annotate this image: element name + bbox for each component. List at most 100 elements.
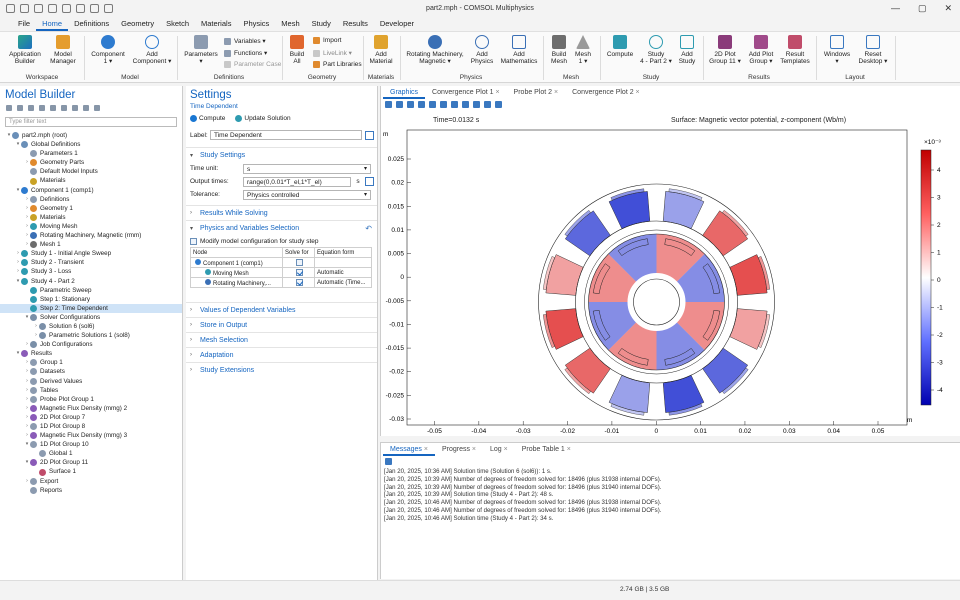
section-study-settings[interactable]: ▾ Study Settings — [186, 147, 377, 162]
tree-node[interactable]: Step 2: Time Dependent — [0, 303, 182, 313]
deselect-icon[interactable] — [462, 100, 469, 108]
tree-node[interactable]: ▾ 2D Plot Group 11 — [0, 458, 182, 467]
tree-node[interactable]: › Probe Plot Group 1 — [0, 395, 182, 404]
tree-node[interactable]: › Group 1 — [0, 358, 182, 367]
filter-icon[interactable] — [94, 105, 100, 111]
reset-icon[interactable]: ↶ — [365, 224, 372, 233]
section-study-extensions[interactable]: › Study Extensions — [186, 362, 377, 377]
expand-icon[interactable] — [72, 105, 78, 111]
model-manager-button[interactable]: Model Manager — [48, 35, 78, 65]
move-up-icon[interactable] — [28, 105, 34, 111]
section-mesh-selection[interactable]: › Mesh Selection — [186, 332, 377, 347]
tree-node[interactable]: Reports — [0, 486, 182, 495]
tree-node[interactable]: Surface 1 — [0, 467, 182, 476]
add-mathematics-button[interactable]: Add Mathematics — [500, 35, 538, 65]
back-icon[interactable] — [6, 105, 12, 111]
tree-node[interactable]: Materials — [0, 176, 182, 185]
section-values-of-dependent-variables[interactable]: › Values of Dependent Variables — [186, 302, 377, 317]
table-row[interactable]: Rotating Machinery,... Automatic (Time... — [190, 277, 372, 288]
tree-node[interactable]: Step 1: Stationary — [0, 295, 182, 304]
add-plot-group-button[interactable]: Add Plot Group ▾ — [745, 35, 777, 65]
time-unit-select[interactable]: s ▾ — [243, 163, 371, 174]
camera-icon[interactable] — [484, 100, 491, 108]
modify-config-checkbox[interactable] — [190, 237, 197, 245]
menu-mesh[interactable]: Mesh — [275, 17, 305, 31]
plot-group-button[interactable]: 2D Plot Group 11 ▾ — [707, 35, 743, 65]
label-field[interactable]: Time Dependent — [210, 130, 362, 140]
component-button[interactable]: Component 1 ▾ — [90, 35, 126, 65]
messages-tab[interactable]: Messages × — [383, 444, 435, 456]
tree-node[interactable]: › Datasets — [0, 367, 182, 376]
section-physics-selection[interactable]: ▾ Physics and Variables Selection ↶ — [186, 220, 377, 235]
zoom-out-icon[interactable] — [396, 100, 403, 108]
undo-icon[interactable] — [48, 4, 57, 13]
graphics-tab[interactable]: Probe Plot 2 × — [507, 87, 566, 99]
settings-gear-icon[interactable] — [473, 100, 480, 108]
select-icon[interactable] — [429, 100, 436, 108]
collapse-icon[interactable] — [61, 105, 67, 111]
table-row[interactable]: Component 1 (comp1) — [190, 257, 372, 268]
variables-button[interactable]: Variables ▾ — [224, 37, 266, 45]
output-times-field[interactable]: range(0,0.01*T_el,1*T_el) — [243, 176, 351, 187]
add-study-button[interactable]: Add Study — [676, 35, 698, 65]
copy-icon[interactable] — [76, 4, 85, 13]
close-tab-icon[interactable]: × — [422, 446, 428, 453]
tree-node[interactable]: › Geometry Parts — [0, 158, 182, 167]
new-file-icon[interactable] — [6, 4, 15, 13]
minimize-icon[interactable]: — — [891, 3, 900, 14]
tree-node[interactable]: Parametric Sweep — [0, 286, 182, 295]
maximize-icon[interactable]: ▢ — [918, 3, 927, 14]
menu-file[interactable]: File — [12, 17, 36, 31]
study-button[interactable]: Study 4 - Part 2 ▾ — [638, 35, 674, 65]
part-libraries-button[interactable]: Part Libraries — [313, 61, 362, 68]
tree-node[interactable]: › Export — [0, 477, 182, 486]
tree-node[interactable]: Parameters 1 — [0, 149, 182, 158]
solve-checkbox[interactable] — [296, 258, 303, 266]
tree-node[interactable]: › Materials — [0, 213, 182, 222]
application-builder-button[interactable]: Application Builder — [8, 35, 42, 65]
solve-checkbox[interactable] — [296, 268, 303, 276]
parameters-button[interactable]: Parameters ▾ — [183, 35, 219, 65]
tree-node[interactable]: ▾ Study 4 - Part 2 — [0, 277, 182, 286]
update-solution-link[interactable]: Update Solution — [235, 114, 291, 122]
tolerance-select[interactable]: Physics controlled ▾ — [243, 189, 371, 200]
rotating-machinery-button[interactable]: Rotating Machinery, Magnetic ▾ — [405, 35, 465, 65]
tree-node[interactable]: ▾ part2.mph (root) — [0, 131, 182, 140]
move-down-icon[interactable] — [39, 105, 45, 111]
close-tab-icon[interactable]: × — [552, 89, 558, 96]
tree-node[interactable]: › Moving Mesh — [0, 222, 182, 231]
forward-icon[interactable] — [17, 105, 23, 111]
close-tab-icon[interactable]: × — [634, 89, 640, 96]
close-icon[interactable]: ✕ — [944, 3, 952, 14]
messages-tab[interactable]: Progress × — [435, 444, 483, 456]
section-store-in-output[interactable]: › Store in Output — [186, 317, 377, 332]
messages-tab[interactable]: Probe Table 1 × — [515, 444, 578, 456]
livelink-button[interactable]: LiveLink ▾ — [313, 49, 352, 57]
menu-results[interactable]: Results — [337, 17, 374, 31]
parameter-case-button[interactable]: Parameter Case — [224, 61, 281, 68]
tree-node[interactable]: ▾ Global Definitions — [0, 140, 182, 149]
tree-node[interactable]: › Mesh 1 — [0, 240, 182, 249]
sort-icon[interactable] — [83, 105, 89, 111]
menu-study[interactable]: Study — [306, 17, 337, 31]
zoom-box-icon[interactable] — [407, 100, 414, 108]
build-all-button[interactable]: Build All — [287, 35, 307, 65]
zoom-in-icon[interactable] — [385, 100, 392, 108]
paste-icon[interactable] — [90, 4, 99, 13]
solve-checkbox[interactable] — [296, 278, 303, 286]
result-templates-button[interactable]: Result Templates — [780, 35, 810, 65]
tree-node[interactable]: › Derived Values — [0, 377, 182, 386]
save-icon[interactable] — [34, 4, 43, 13]
clear-messages-icon[interactable] — [385, 457, 392, 465]
menu-developer[interactable]: Developer — [374, 17, 420, 31]
tree-node[interactable]: › Parametric Solutions 1 (sol8) — [0, 331, 182, 340]
tree-node[interactable]: › Geometry 1 — [0, 204, 182, 213]
tree-node[interactable]: › Tables — [0, 386, 182, 395]
section-adaptation[interactable]: › Adaptation — [186, 347, 377, 362]
functions-button[interactable]: Functions ▾ — [224, 49, 267, 57]
tree-node[interactable]: › Definitions — [0, 195, 182, 204]
close-tab-icon[interactable]: × — [565, 446, 571, 453]
windows-button[interactable]: Windows ▾ — [822, 35, 852, 65]
tree-node[interactable]: › Study 3 - Loss — [0, 267, 182, 276]
tree-node[interactable]: › Study 2 - Transient — [0, 258, 182, 267]
